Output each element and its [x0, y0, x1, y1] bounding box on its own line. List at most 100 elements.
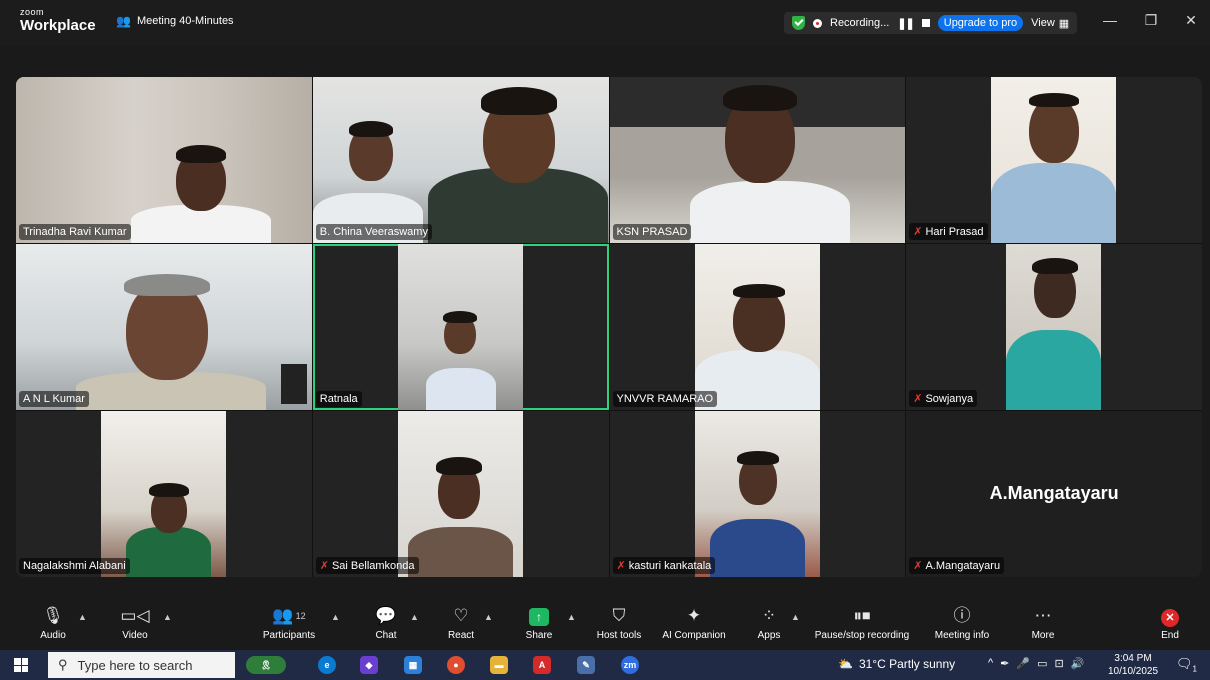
view-label: View: [1031, 17, 1055, 29]
pause-recording-icon[interactable]: ❚❚: [897, 17, 914, 30]
upgrade-button[interactable]: Upgrade to pro: [937, 15, 1024, 31]
participant-name-tag: Trinadha Ravi Kumar: [19, 224, 131, 240]
sparkle-icon: ✦: [686, 606, 702, 625]
participant-tile[interactable]: Nagalakshmi Alabani: [16, 411, 312, 577]
taskbar-search-box[interactable]: ⚲ Type here to search: [48, 652, 235, 678]
edge-browser-icon[interactable]: e: [318, 656, 336, 674]
audio-options-chevron-icon[interactable]: ▲: [78, 612, 87, 622]
close-icon[interactable]: ✕: [1181, 12, 1201, 29]
participant-name-tag: B. China Veeraswamy: [315, 224, 432, 240]
apps-button[interactable]: ⁘ Apps: [755, 606, 783, 641]
pen-icon[interactable]: ✒: [1000, 657, 1009, 670]
participants-options-chevron-icon[interactable]: ▲: [331, 612, 340, 622]
logo-main: Workplace: [20, 17, 96, 34]
video-feed: [16, 244, 312, 410]
participant-name: B. China Veeraswamy: [319, 226, 428, 238]
ai-companion-button[interactable]: ✦ AI Companion: [658, 606, 730, 641]
participants-group-icon: 👥: [116, 14, 131, 28]
react-label: React: [447, 630, 475, 641]
pause-stop-recording-button[interactable]: ⏸⏹ Pause/stop recording: [810, 606, 914, 641]
info-icon: ⓘ: [953, 606, 971, 625]
video-feed: [694, 411, 820, 577]
muted-mic-icon: ✗: [913, 226, 923, 238]
taskbar-clock[interactable]: 3:04 PM 10/10/2025: [1108, 652, 1158, 678]
share-button[interactable]: ↑ Share: [524, 606, 554, 641]
weather-widget[interactable]: ⛅ 31°C Partly sunny: [838, 657, 955, 671]
chat-options-chevron-icon[interactable]: ▲: [410, 612, 419, 622]
meeting-info-label: Meeting info: [934, 630, 990, 641]
participant-tile[interactable]: KSN PRASAD: [609, 77, 906, 243]
meeting-title[interactable]: 👥 Meeting 40-Minutes: [116, 14, 234, 28]
restore-icon[interactable]: ❐: [1141, 12, 1161, 29]
volume-icon[interactable]: 🔊: [1071, 657, 1085, 670]
muted-mic-icon: ✗: [913, 560, 923, 572]
share-screen-icon: ↑: [524, 606, 554, 628]
share-options-chevron-icon[interactable]: ▲: [567, 612, 576, 622]
video-feed: [397, 411, 523, 577]
copilot-icon[interactable]: ◆: [360, 656, 378, 674]
view-button[interactable]: View ▦: [1031, 17, 1069, 30]
title-bar: zoom Workplace 👥 Meeting 40-Minutes Reco…: [0, 0, 1210, 46]
muted-mic-icon: ✗: [616, 560, 626, 572]
video-options-chevron-icon[interactable]: ▲: [163, 612, 172, 622]
participants-button[interactable]: 👥 12 Participants: [258, 606, 320, 641]
participant-name: Sai Bellamkonda: [331, 559, 415, 572]
host-tools-button[interactable]: ⛉ Host tools: [592, 606, 646, 641]
participant-tile[interactable]: ✗ Sowjanya: [906, 244, 1202, 410]
file-explorer-icon[interactable]: ▬: [490, 656, 508, 674]
participant-name: A N L Kumar: [23, 393, 85, 405]
participant-tile-active-speaker[interactable]: Ratnala: [312, 244, 609, 410]
stop-recording-icon[interactable]: [921, 19, 930, 27]
participant-tile[interactable]: YNVVR RAMARAO: [609, 244, 906, 410]
participant-name: A.Mangatayaru: [925, 559, 1001, 572]
participant-tile[interactable]: ✗ kasturi kankatala: [609, 411, 906, 577]
participant-name-tag: ✗ Sai Bellamkonda: [315, 557, 419, 574]
participant-tile[interactable]: Trinadha Ravi Kumar: [16, 77, 312, 243]
participant-tile-video-off[interactable]: A.Mangatayaru ✗ A.Mangatayaru: [906, 411, 1202, 577]
encryption-shield-icon[interactable]: [792, 16, 805, 30]
react-button[interactable]: ♡ React: [445, 606, 477, 641]
minimize-icon[interactable]: —: [1100, 12, 1120, 28]
participant-tile[interactable]: A N L Kumar: [16, 244, 312, 410]
end-label: End: [1161, 630, 1179, 641]
search-placeholder: Type here to search: [77, 657, 193, 673]
video-feed: [694, 244, 820, 410]
notifications-count: 1: [1192, 664, 1197, 674]
microphone-tray-icon[interactable]: 🎤: [1016, 657, 1030, 670]
apps-icon: ⁘: [761, 606, 777, 625]
zoom-app-icon[interactable]: zm: [621, 656, 639, 674]
chat-bubble-icon: 💬: [375, 606, 397, 625]
audio-button[interactable]: 🎙 Audio: [38, 606, 68, 641]
tray-chevron-up-icon[interactable]: ^: [988, 657, 993, 670]
clock-time: 3:04 PM: [1114, 653, 1152, 664]
participant-name: kasturi kankatala: [628, 559, 712, 572]
weather-text: 31°C Partly sunny: [858, 657, 956, 671]
chrome-icon[interactable]: ●: [447, 656, 465, 674]
video-button[interactable]: ▭◁ Video: [116, 606, 154, 641]
meeting-info-button[interactable]: ⓘ Meeting info: [930, 606, 994, 641]
apps-options-chevron-icon[interactable]: ▲: [791, 612, 800, 622]
windows-start-icon[interactable]: [14, 658, 28, 672]
end-button[interactable]: ✕ End: [1158, 606, 1182, 641]
participant-name-tag: YNVVR RAMARAO: [612, 391, 718, 407]
participants-count: 12: [295, 611, 306, 621]
pdf-reader-icon[interactable]: A: [533, 656, 551, 674]
share-label: Share: [525, 630, 553, 641]
network-icon[interactable]: ⊡: [1055, 657, 1064, 670]
chat-button[interactable]: 💬 Chat: [372, 606, 400, 641]
battery-icon[interactable]: ▭: [1037, 657, 1047, 670]
participant-name-tag: ✗ kasturi kankatala: [612, 557, 716, 574]
more-button[interactable]: ⋯ More: [1028, 606, 1058, 641]
end-call-icon: ✕: [1158, 606, 1182, 628]
notifications-icon[interactable]: 🗨1: [1176, 656, 1197, 674]
react-options-chevron-icon[interactable]: ▲: [484, 612, 493, 622]
notes-app-icon[interactable]: ✎: [577, 656, 595, 674]
participants-label: Participants: [262, 630, 316, 641]
taskbar-widget-icon[interactable]: 🎗: [246, 656, 286, 674]
participants-icon: 👥 12: [272, 606, 306, 625]
video-feed: [397, 244, 523, 410]
participant-tile[interactable]: B. China Veeraswamy: [312, 77, 609, 243]
participant-tile[interactable]: ✗ Sai Bellamkonda: [312, 411, 609, 577]
participant-tile[interactable]: ✗ Hari Prasad: [906, 77, 1202, 243]
store-icon[interactable]: ▦: [404, 656, 422, 674]
